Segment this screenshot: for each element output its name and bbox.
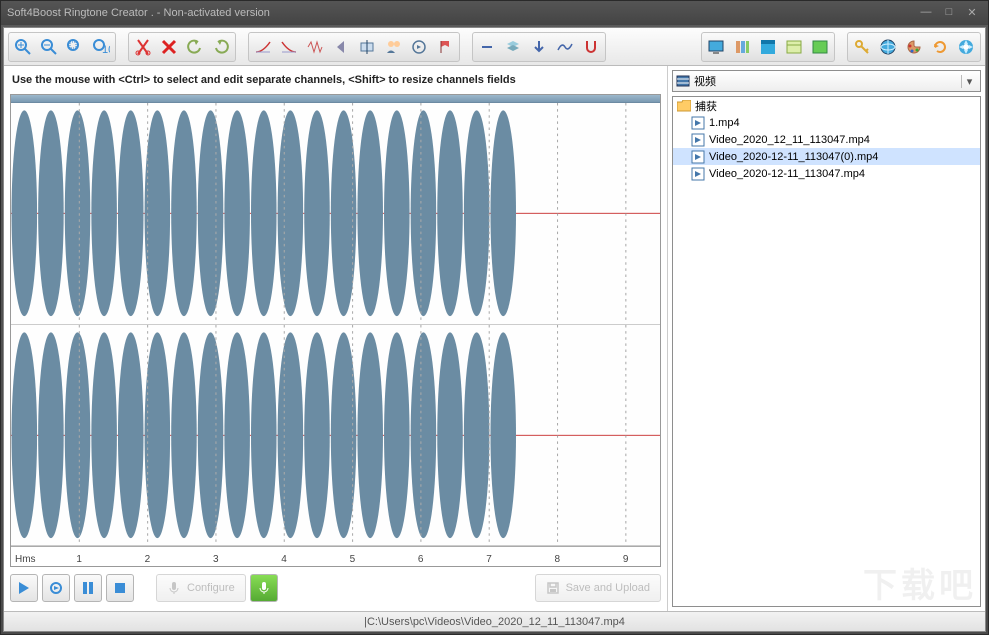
hint-text: Use the mouse with <Ctrl> to select and … [10, 72, 661, 90]
svg-text:103: 103 [102, 44, 110, 56]
file-label: Video_2020-12-11_113047.mp4 [709, 168, 865, 180]
timeline-mark: 7 [486, 554, 492, 565]
zoom-selection-button[interactable] [62, 34, 88, 60]
folder-icon [677, 99, 691, 113]
delete-button[interactable] [156, 34, 182, 60]
file-label: 1.mp4 [709, 117, 740, 129]
save-icon [546, 581, 560, 595]
video-file-icon [691, 133, 705, 147]
video-file-icon [691, 167, 705, 181]
file-node[interactable]: Video_2020-12-11_113047.mp4 [673, 165, 980, 182]
loop-button[interactable] [406, 34, 432, 60]
status-path: |C:\Users\pc\Videos\Video_2020_12_11_113… [364, 616, 625, 628]
folder-combo[interactable]: 视频 ▾ [672, 70, 981, 92]
skin-button[interactable] [901, 34, 927, 60]
timeline-mark: 6 [418, 554, 424, 565]
timeline-mark: 2 [145, 554, 151, 565]
timeline-mark: 3 [213, 554, 219, 565]
fade-out-button[interactable] [276, 34, 302, 60]
envelope-button[interactable] [552, 34, 578, 60]
waveform-right-svg [11, 325, 660, 546]
library-button[interactable] [729, 34, 755, 60]
combo-arrow-icon: ▾ [961, 75, 977, 88]
file-label: Video_2020-12-11_113047(0).mp4 [709, 151, 878, 163]
window-button[interactable] [755, 34, 781, 60]
file-node[interactable]: Video_2020_12_11_113047.mp4 [673, 131, 980, 148]
waveform-header[interactable] [11, 95, 660, 103]
file-node[interactable]: 1.mp4 [673, 114, 980, 131]
titlebar[interactable]: Soft4Boost Ringtone Creator . - Non-acti… [1, 1, 988, 25]
timeline-ruler[interactable]: Hms 1 2 3 4 5 6 7 8 9 [11, 546, 660, 566]
pause-button[interactable] [74, 574, 102, 602]
file-tree[interactable]: 捕获 1.mp4 Video_2020_12_11_113047.mp4 Video… [672, 96, 981, 607]
play-button[interactable] [10, 574, 38, 602]
zoom-v-out-button[interactable] [474, 34, 500, 60]
zoom-out-button[interactable] [36, 34, 62, 60]
timeline-unit: Hms [15, 554, 36, 565]
microphone-icon [167, 581, 181, 595]
record-button[interactable] [250, 574, 278, 602]
file-node[interactable]: Video_2020-12-11_113047(0).mp4 [673, 148, 980, 165]
maximize-button[interactable]: □ [939, 6, 959, 20]
snap-button[interactable] [578, 34, 604, 60]
help-button[interactable] [953, 34, 979, 60]
timeline-mark: 9 [623, 554, 629, 565]
file-label: Video_2020_12_11_113047.mp4 [709, 134, 870, 146]
insert-button[interactable] [354, 34, 380, 60]
waveform-left-svg [11, 103, 660, 324]
panel-button[interactable] [781, 34, 807, 60]
layers-button[interactable] [500, 34, 526, 60]
move-down-button[interactable] [526, 34, 552, 60]
undo-button[interactable] [182, 34, 208, 60]
playback-bar: Configure Save and Upload [10, 571, 661, 605]
main-area: Use the mouse with <Ctrl> to select and … [4, 66, 985, 611]
voice-button[interactable] [380, 34, 406, 60]
stop-button[interactable] [106, 574, 134, 602]
file-browser-pane: 视频 ▾ 捕获 1.mp4 Video_2020_12_11_113047.mp4… [667, 66, 985, 611]
key-button[interactable] [849, 34, 875, 60]
save-upload-button[interactable]: Save and Upload [535, 574, 661, 602]
minimize-button[interactable]: — [916, 6, 936, 20]
channel-right[interactable] [11, 325, 660, 547]
client-area: 103 [3, 27, 986, 632]
folder-node[interactable]: 捕获 [673, 97, 980, 114]
configure-label: Configure [187, 582, 235, 594]
zoom-in-button[interactable] [10, 34, 36, 60]
video-file-icon [691, 116, 705, 130]
desktop-button[interactable] [703, 34, 729, 60]
timeline-mark: 8 [555, 554, 561, 565]
play-loop-button[interactable] [42, 574, 70, 602]
redo-button[interactable] [208, 34, 234, 60]
timeline-mark: 4 [281, 554, 287, 565]
zoom-ratio-button[interactable]: 103 [88, 34, 114, 60]
main-toolbar: 103 [4, 28, 985, 66]
folder-label: 捕获 [695, 98, 717, 114]
fade-in-button[interactable] [250, 34, 276, 60]
status-bar: |C:\Users\pc\Videos\Video_2020_12_11_113… [4, 611, 985, 631]
waveform-view[interactable]: Hms 1 2 3 4 5 6 7 8 9 [10, 94, 661, 567]
cut-button[interactable] [130, 34, 156, 60]
channel-left[interactable] [11, 103, 660, 325]
window-title: Soft4Boost Ringtone Creator . - Non-acti… [7, 7, 913, 19]
marker-button[interactable] [432, 34, 458, 60]
prev-marker-button[interactable] [328, 34, 354, 60]
configure-button[interactable]: Configure [156, 574, 246, 602]
film-icon [676, 74, 690, 88]
waveform-channels [11, 103, 660, 546]
web-button[interactable] [875, 34, 901, 60]
save-label: Save and Upload [566, 582, 650, 594]
timeline-mark: 5 [350, 554, 356, 565]
folder-combo-label: 视频 [694, 73, 957, 89]
app-window: Soft4Boost Ringtone Creator . - Non-acti… [0, 0, 989, 635]
video-file-icon [691, 150, 705, 164]
update-button[interactable] [927, 34, 953, 60]
close-button[interactable]: ✕ [962, 6, 982, 20]
green-panel-button[interactable] [807, 34, 833, 60]
editor-pane: Use the mouse with <Ctrl> to select and … [4, 66, 667, 611]
timeline-mark: 1 [76, 554, 82, 565]
normalize-button[interactable] [302, 34, 328, 60]
